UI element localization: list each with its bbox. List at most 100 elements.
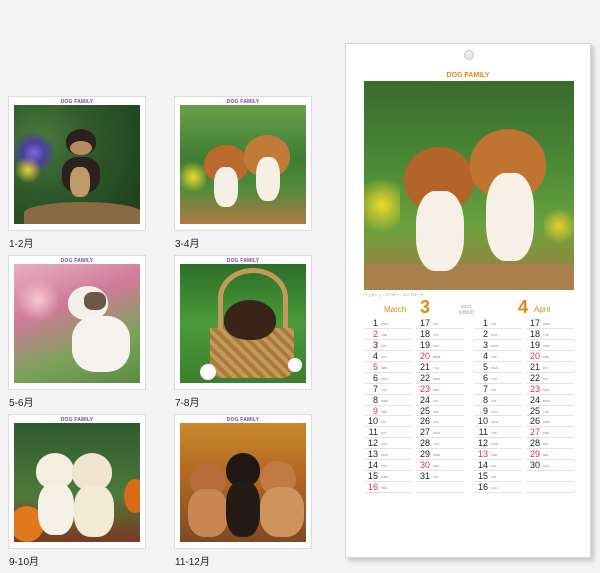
calendar-day-row: 15 WED [364,471,412,483]
calendar-day-row: 23 THU [416,384,464,395]
day-number: 18 [529,328,540,339]
day-number: 25 [419,405,430,416]
calendar-day-row: 10 MON [474,416,522,428]
day-number: 19 [419,339,430,350]
calendar-day-row: 14 TUE [364,460,412,472]
calendar-day-row: 17 MON [526,318,574,329]
calendar-day-row: 5 WED [474,362,522,373]
photo-dachshund-basket [180,264,306,383]
month-number: 3 [420,297,431,317]
calendar-day-row: 24 FRI [416,395,464,406]
thumb-caption: 9-10月 [9,557,40,568]
calendar-day-row: 27 THU [526,427,574,439]
main-photo-corgi-puppies [364,81,574,290]
calendar-day-row: 1 SAT [474,318,522,329]
calendar-day-row: 2 SUN [474,329,522,340]
day-number: 12 [367,438,378,449]
calendar-day-row: 17 FRI [416,318,464,329]
day-number: 11 [368,427,378,438]
day-number: 22 [419,372,430,383]
month-number: 4 [518,297,529,317]
calendar-day-row: 7 TUE [364,384,412,395]
day-number: 8 [482,394,488,405]
calendar-day-row: 3 MON [474,340,522,351]
thumbnail-mar-apr[interactable]: DOG FAMILY 3-4月 [174,96,312,250]
thumbnail-jan-feb[interactable]: DOG FAMILY 1-2月 [8,96,146,250]
calendar-day-row: 28 FRI [526,438,574,450]
thumb-caption: 5-6月 [9,398,34,409]
calendar-day-row: 13 THU [474,449,522,461]
day-number: 14 [477,460,488,471]
thumbnail-jul-aug[interactable]: DOG FAMILY 7-8月 [174,255,312,409]
calendar-day-row: 30 THU [416,460,464,472]
calendar-day-row: 3 FRI [364,340,412,351]
day-number: 19 [529,339,540,350]
hanging-hole [464,50,474,60]
day-number: 22 [529,372,540,383]
calendar-day-row: 12 WED [474,438,522,450]
day-number: 23 [419,383,430,394]
calendar-day-row: 12 SUN [364,438,412,450]
day-number: 30 [529,460,540,471]
day-number: 17 [529,318,540,328]
thumbnail-sep-oct[interactable]: DOG FAMILY 9-10月 [8,414,146,568]
thumbnail-may-jun[interactable]: DOG FAMILY 5-6月 [8,255,146,409]
day-number: 26 [419,416,430,427]
day-number: 3 [372,339,378,350]
calendar-day-row [526,482,574,493]
day-number: 15 [477,471,488,482]
day-number: 18 [419,328,430,339]
day-number: 20 [529,350,540,361]
thumb-caption: 1-2月 [9,239,34,250]
day-number: 16 [367,482,378,493]
day-number: 23 [529,383,540,394]
calendar-day-row: 7 FRI [474,384,522,395]
day-number: 4 [482,350,488,361]
day-number: 13 [367,449,378,460]
day-number: 17 [419,318,430,328]
day-number: 24 [419,394,430,405]
month-name: April [534,305,551,314]
april-column-2: 17 MON 18 TUE 19 WED 20 THU 21 FRI 22 SAT 23 SUN 24 MON… [526,318,574,493]
calendar-day-row: 19 SUN [416,340,464,351]
day-of-week: SUN [491,486,498,491]
calendar-day-row: 26 WED [526,416,574,428]
calendar-day-row: 18 TUE [526,329,574,340]
calendar-day-row: 4 SAT [364,351,412,362]
main-brand: DOG FAMILY [446,72,490,79]
day-number: 8 [372,394,378,405]
thumb-caption: 11-12月 [175,557,210,568]
calendar-day-row [526,471,574,483]
day-number: 2 [482,328,488,339]
calendar-day-row: 16 THU [364,482,412,493]
calendar-day-row: 5 SUN [364,362,412,373]
calendar-day-row: 20 MON [416,351,464,362]
day-number: 12 [477,438,488,449]
day-number: 6 [372,372,378,383]
calendar-day-row: 29 WED [416,449,464,461]
calendar-day-row: 4 TUE [474,351,522,362]
day-number: 31 [419,471,430,482]
march-column-1: 1 WED 2 THU 3 FRI 4 SAT 5 SUN 6 MON 7 TUE 8 WED 9 THU 10 FR… [364,318,412,493]
day-number: 9 [482,405,488,416]
day-number: 14 [367,460,378,471]
day-number: 30 [419,460,430,471]
calendar-day-row: 28 TUE [416,438,464,450]
month-header-march: March 3 [364,297,464,317]
calendar-day-row: 6 MON [364,373,412,384]
day-number: 20 [419,350,430,361]
photo-chihuahua [14,105,140,224]
day-number: 27 [529,427,540,438]
calendar-day-row: 11 TUE [474,427,522,439]
calendar-day-row: 31 FRI [416,471,464,483]
calendar-day-row: 2 THU [364,329,412,340]
calendar-day-row: 21 FRI [526,362,574,373]
calendar-day-row: 15 SAT [474,471,522,483]
calendar-day-row: 10 FRI [364,416,412,428]
calendar-day-row: 19 WED [526,340,574,351]
thumbnail-nov-dec[interactable]: DOG FAMILY 11-12月 [174,414,312,568]
day-number: 16 [477,482,488,493]
day-number: 15 [367,471,378,482]
day-number: 21 [419,361,430,372]
day-number: 11 [478,427,488,438]
